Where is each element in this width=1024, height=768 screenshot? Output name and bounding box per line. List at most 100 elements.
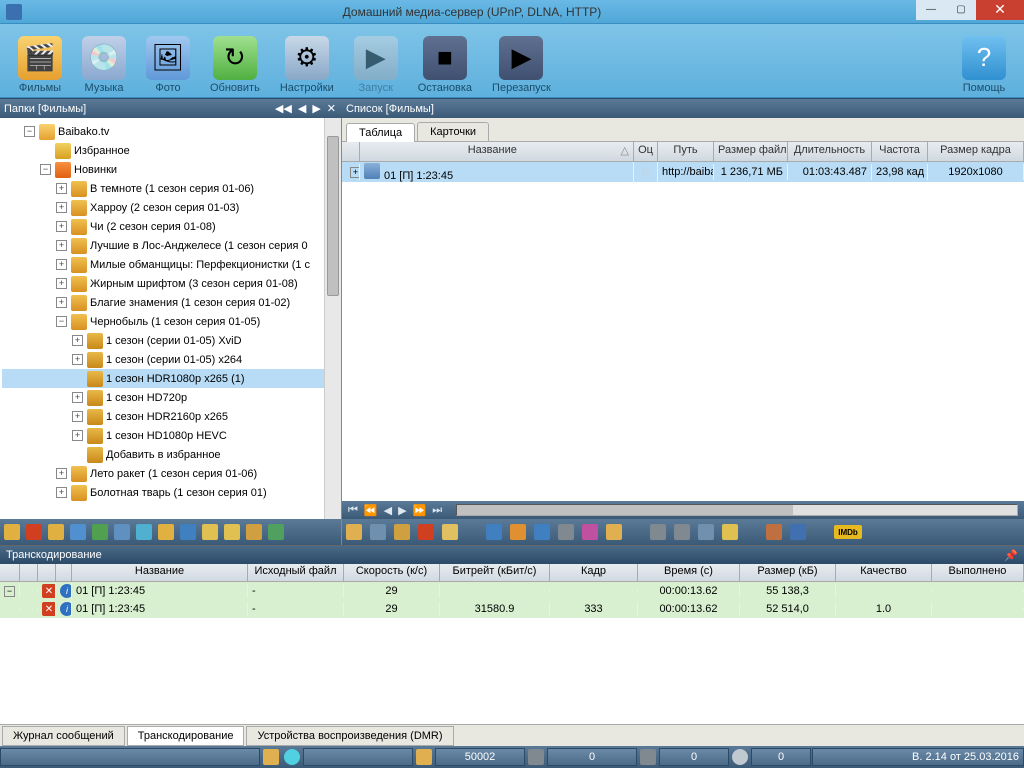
- star-icon[interactable]: [510, 524, 526, 540]
- expand-icon[interactable]: +: [72, 335, 83, 346]
- tree-root[interactable]: −Baibako.tv: [2, 122, 339, 141]
- col-framesize[interactable]: Размер кадра: [928, 142, 1024, 161]
- nav-fastback-icon[interactable]: ⏪: [364, 504, 378, 517]
- nav-first-icon[interactable]: ⏮: [348, 504, 358, 517]
- tree-chernobyl[interactable]: −Чернобыль (1 сезон серия 01-05): [2, 312, 339, 331]
- edit-icon[interactable]: [4, 524, 20, 540]
- tab-cards[interactable]: Карточки: [417, 122, 489, 141]
- tcol-frame[interactable]: Кадр: [550, 564, 638, 582]
- status-globe-icon[interactable]: [284, 749, 300, 765]
- key-icon[interactable]: [224, 524, 240, 540]
- nav-prev-icon[interactable]: ◀: [384, 504, 392, 517]
- folder-tree[interactable]: −Baibako.tv Избранное −Новинки +В темнот…: [0, 118, 341, 506]
- folder-icon[interactable]: [606, 524, 622, 540]
- music-button[interactable]: 💿Музыка: [82, 28, 126, 94]
- globe-icon[interactable]: [136, 524, 152, 540]
- expand-icon[interactable]: +: [72, 392, 83, 403]
- tree-item[interactable]: +Болотная тварь (1 сезон серия 01): [2, 483, 339, 502]
- list-icon[interactable]: [158, 524, 174, 540]
- tree-item[interactable]: +Чи (2 сезон серия 01-08): [2, 217, 339, 236]
- stop-button[interactable]: ■Остановка: [418, 28, 472, 94]
- tree-subitem[interactable]: +1 сезон HD1080p HEVC: [2, 426, 339, 445]
- photo-button[interactable]: 🖼Фото: [146, 28, 190, 94]
- expand-icon[interactable]: +: [56, 221, 67, 232]
- tools-icon[interactable]: [558, 524, 574, 540]
- tcol-quality[interactable]: Качество: [836, 564, 932, 582]
- sun-icon[interactable]: [442, 524, 458, 540]
- add-icon[interactable]: [92, 524, 108, 540]
- expand-icon[interactable]: +: [56, 202, 67, 213]
- films-button[interactable]: 🎬Фильмы: [18, 28, 62, 94]
- refresh-button[interactable]: ↻Обновить: [210, 28, 260, 94]
- grid-icon[interactable]: [698, 524, 714, 540]
- tree-add-favorite[interactable]: Добавить в избранное: [2, 445, 339, 464]
- tree-item[interactable]: +Харроу (2 сезон серия 01-03): [2, 198, 339, 217]
- info-icon[interactable]: i: [60, 602, 72, 616]
- tree-item[interactable]: +Лето ракет (1 сезон серия 01-06): [2, 464, 339, 483]
- status-icon[interactable]: [640, 749, 656, 765]
- tcol-time[interactable]: Время (с): [638, 564, 740, 582]
- nav-fastfwd-icon[interactable]: ⏩: [413, 504, 427, 517]
- folder-open-icon[interactable]: [70, 524, 86, 540]
- col-filesize[interactable]: Размер файл: [714, 142, 788, 161]
- tcol-bitrate[interactable]: Битрейт (кБит/с): [440, 564, 550, 582]
- tab-table[interactable]: Таблица: [346, 123, 415, 142]
- nav-next-icon[interactable]: ▶: [310, 102, 322, 115]
- tree-subitem[interactable]: +1 сезон (серии 01-05) XviD: [2, 331, 339, 350]
- col-path[interactable]: Путь: [658, 142, 714, 161]
- status-icon[interactable]: [263, 749, 279, 765]
- nav-next-icon[interactable]: ▶: [398, 504, 406, 517]
- info-icon[interactable]: i: [60, 584, 72, 598]
- expand-icon[interactable]: +: [56, 259, 67, 270]
- list-icon[interactable]: [674, 524, 690, 540]
- tab-dmr[interactable]: Устройства воспроизведения (DMR): [246, 726, 453, 746]
- folder-icon[interactable]: [202, 524, 218, 540]
- col-freq[interactable]: Частота: [872, 142, 928, 161]
- trans-row[interactable]: ✕ i 01 [П] 1:23:45 - 29 31580.9 333 00:0…: [0, 600, 1024, 618]
- launch-button[interactable]: ▶Запуск: [354, 28, 398, 94]
- delete-icon[interactable]: [418, 524, 434, 540]
- nav-first-icon[interactable]: ◀◀: [273, 102, 294, 115]
- expand-icon[interactable]: +: [56, 183, 67, 194]
- open-icon[interactable]: [346, 524, 362, 540]
- tree-subitem-selected[interactable]: 1 сезон HDR1080p x265 (1): [2, 369, 339, 388]
- collapse-icon[interactable]: −: [4, 586, 15, 597]
- settings-button[interactable]: ⚙Настройки: [280, 28, 334, 94]
- expand-icon[interactable]: +: [56, 297, 67, 308]
- collapse-icon[interactable]: −: [56, 316, 67, 327]
- tcol-speed[interactable]: Скорость (к/с): [344, 564, 440, 582]
- expand-icon[interactable]: +: [72, 354, 83, 365]
- tree-news[interactable]: −Новинки: [2, 160, 339, 179]
- tree-scrollbar[interactable]: [324, 118, 341, 519]
- expand-icon[interactable]: +: [56, 468, 67, 479]
- tcol-size[interactable]: Размер (кБ): [740, 564, 836, 582]
- imdb-button[interactable]: IMDb: [834, 525, 862, 539]
- status-net-icon[interactable]: [528, 749, 544, 765]
- close-panel-icon[interactable]: ✕: [325, 102, 338, 115]
- tree-item[interactable]: +Жирным шрифтом (3 сезон серия 01-08): [2, 274, 339, 293]
- tree-item[interactable]: +Лучшие в Лос-Анджелесе (1 сезон серия 0: [2, 236, 339, 255]
- tab-log[interactable]: Журнал сообщений: [2, 726, 125, 746]
- col-rating[interactable]: Оц: [634, 142, 658, 161]
- restart-button[interactable]: ▶Перезапуск: [492, 28, 551, 94]
- columns-icon[interactable]: [582, 524, 598, 540]
- tree-icon[interactable]: [268, 524, 284, 540]
- status-disc-icon[interactable]: [732, 749, 748, 765]
- tab-transcoding[interactable]: Транскодирование: [127, 726, 245, 746]
- tree-subitem[interactable]: +1 сезон HD720p: [2, 388, 339, 407]
- status-key-icon[interactable]: [416, 749, 432, 765]
- tree-subitem[interactable]: +1 сезон HDR2160p x265: [2, 407, 339, 426]
- save-icon[interactable]: [180, 524, 196, 540]
- help-button[interactable]: ?Помощь: [962, 28, 1006, 94]
- tcol-done[interactable]: Выполнено: [932, 564, 1024, 582]
- col-name[interactable]: Название △: [360, 142, 634, 161]
- tree-favorites[interactable]: Избранное: [2, 141, 339, 160]
- expand-icon[interactable]: +: [56, 278, 67, 289]
- star-icon[interactable]: [246, 524, 262, 540]
- tcol-src[interactable]: Исходный файл: [248, 564, 344, 582]
- key-icon[interactable]: [722, 524, 738, 540]
- folder-icon[interactable]: [48, 524, 64, 540]
- picture-icon[interactable]: [114, 524, 130, 540]
- cast-icon[interactable]: [650, 524, 666, 540]
- grid-row[interactable]: + 01 [П] 1:23:45 ☆ http://baiba 1 236,71…: [342, 162, 1024, 182]
